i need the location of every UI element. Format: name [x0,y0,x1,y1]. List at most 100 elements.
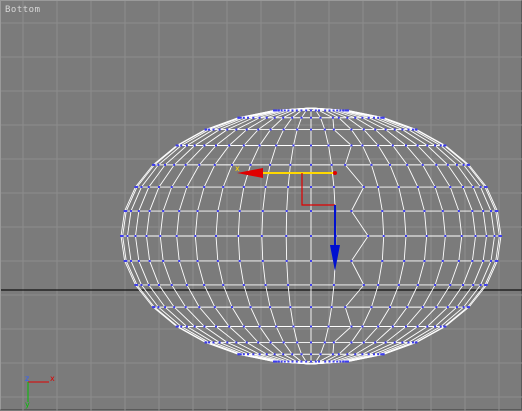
vertex [212,341,215,344]
vertex [370,163,373,166]
vertex [388,163,391,166]
vertex [212,128,215,131]
vertex [407,341,410,344]
viewport-grid [1,1,522,411]
vertex [295,109,298,112]
vertex [173,306,176,309]
vertex [444,144,447,147]
vertex [346,353,349,356]
vertex [426,325,429,328]
vertex [406,163,409,166]
vertex [269,306,272,309]
vertex [283,109,286,112]
vertex [140,283,143,286]
vertex [328,360,331,363]
move-gizmo[interactable]: x [235,164,340,271]
vertex [258,353,261,356]
vertex [377,325,380,328]
vertex [148,210,151,213]
vertex [198,163,201,166]
vertex [287,360,290,363]
vertex [137,210,140,213]
vertex [439,325,442,328]
vertex [344,163,347,166]
vertex [405,144,407,147]
gizmo-xy-plane-handle[interactable] [301,173,335,206]
vertex [350,210,353,213]
vertex [434,144,437,147]
vertex [273,116,276,119]
vertex [289,163,292,166]
vertex [327,325,330,328]
vertex [336,109,339,112]
vertex [247,353,250,356]
vertex [310,128,312,131]
vertex [472,283,475,286]
vertex [273,353,276,356]
vertex [444,325,447,328]
vertex [178,210,181,213]
vertex [403,259,406,262]
vertex [318,109,321,112]
vertex [354,353,357,356]
vertex [135,283,138,286]
vertex [295,360,298,363]
vertex [328,109,331,112]
vertex [434,283,437,286]
vertex [292,144,295,147]
vertex [361,325,364,328]
vertex [173,163,176,166]
vertex [228,144,231,147]
vertex [347,109,350,112]
vertex [170,186,173,189]
vertex [239,116,242,119]
vertex [148,259,151,262]
vertex [237,353,240,356]
gizmo-center[interactable] [333,171,337,175]
vertex [496,259,499,262]
vertex [342,360,345,363]
vertex [265,116,268,119]
vertex [455,306,458,309]
vertex [235,128,238,131]
vertex [332,360,335,363]
gizmo-y-arrowhead[interactable] [330,245,340,271]
vertex [238,259,241,262]
vertex [282,341,285,344]
vertex [339,360,342,363]
vertex [457,259,460,262]
vertex [361,353,364,356]
vertex [218,341,221,344]
vertex [252,353,255,356]
vertex [324,109,327,112]
vertex [332,186,335,189]
vertex [264,283,267,286]
vertex [164,163,167,166]
vertex [416,325,419,328]
vertex [135,186,138,189]
vertex [137,259,140,262]
vertex [361,116,364,119]
vertex [401,341,404,344]
vertex [231,163,234,166]
vertex [323,128,326,131]
vertex [310,325,312,328]
vertex [291,353,294,356]
viewport-scene[interactable]: x x z y [1,1,522,411]
vertex [185,144,188,147]
vertex [296,341,299,344]
vertex [489,259,492,262]
gizmo-x-arrowhead[interactable] [237,168,263,178]
vertex [261,259,264,262]
vertex [411,341,414,344]
vertex [460,235,463,237]
vertex [367,353,370,356]
vertex [332,109,335,112]
vertex [184,163,187,166]
vertex [347,360,350,363]
vertex [157,186,160,189]
vertex [275,109,278,112]
vertex [354,116,357,119]
sphere-wireframe[interactable] [120,107,502,365]
bottom-viewport[interactable]: Bottom x x z y [0,0,522,411]
